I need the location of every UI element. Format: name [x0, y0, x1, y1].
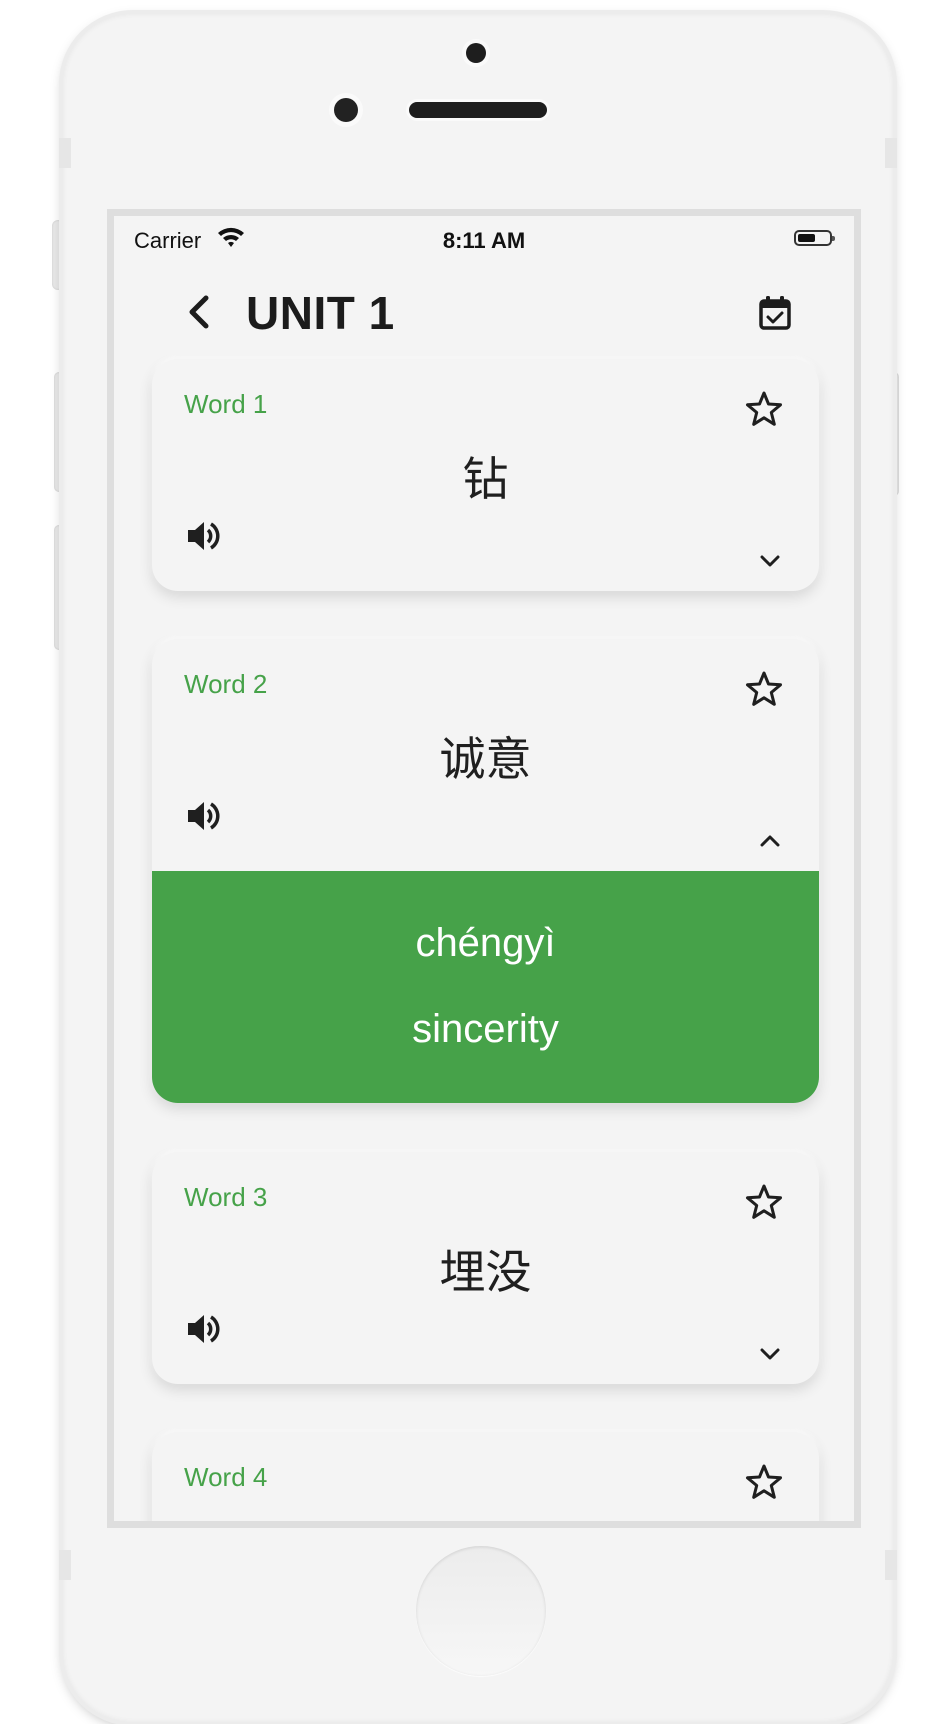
word-number: Word 3	[184, 1182, 268, 1212]
word-card[interactable]: Word 2 诚意 chéngyì sincerity	[152, 639, 819, 1103]
collapse-toggle[interactable]	[756, 829, 784, 853]
word-card[interactable]: Word 3 埋没	[152, 1152, 819, 1384]
word-detail-panel: chéngyì sincerity	[152, 871, 819, 1103]
proximity-sensor	[334, 98, 358, 122]
star-outline-icon	[746, 391, 782, 426]
antenna-band	[59, 1550, 71, 1580]
word-hanzi: 埋没	[439, 1245, 532, 1299]
expand-toggle[interactable]	[756, 549, 784, 573]
expand-toggle[interactable]	[756, 1342, 784, 1366]
earpiece-speaker	[409, 102, 547, 118]
star-outline-icon	[746, 1464, 782, 1499]
word-card[interactable]: Word 1 钻	[152, 359, 819, 591]
antenna-band	[59, 138, 71, 168]
word-number: Word 2	[184, 669, 268, 699]
word-list: Word 1 钻 Word 2 诚意 chéngyì sincerity Wor…	[114, 216, 854, 1521]
favorite-button[interactable]	[742, 1460, 786, 1504]
antenna-band	[885, 138, 897, 168]
word-pinyin: chéngyì	[415, 921, 556, 965]
word-hanzi: 钻	[462, 452, 509, 506]
favorite-button[interactable]	[742, 387, 786, 431]
play-audio-button[interactable]	[182, 514, 226, 558]
chevron-up-icon	[760, 835, 780, 847]
star-outline-icon	[746, 1184, 782, 1219]
chevron-down-icon	[760, 555, 780, 567]
play-audio-button[interactable]	[182, 794, 226, 838]
word-number: Word 1	[184, 389, 268, 419]
favorite-button[interactable]	[742, 667, 786, 711]
favorite-button[interactable]	[742, 1180, 786, 1224]
app-screen: Carrier 8:11 AM UNIT 1 Word 1 钻 Word 2 诚…	[107, 209, 861, 1528]
speaker-icon	[188, 522, 220, 550]
word-hanzi: 诚意	[439, 732, 532, 786]
word-number: Word 4	[184, 1462, 268, 1492]
word-card[interactable]: Word 4	[152, 1432, 819, 1521]
chevron-down-icon	[760, 1348, 780, 1360]
word-meaning: sincerity	[412, 1007, 559, 1051]
star-outline-icon	[746, 671, 782, 706]
home-button[interactable]	[416, 1546, 546, 1676]
antenna-band	[885, 1550, 897, 1580]
speaker-icon	[188, 802, 220, 830]
front-camera	[466, 43, 486, 63]
speaker-icon	[188, 1315, 220, 1343]
play-audio-button[interactable]	[182, 1307, 226, 1351]
